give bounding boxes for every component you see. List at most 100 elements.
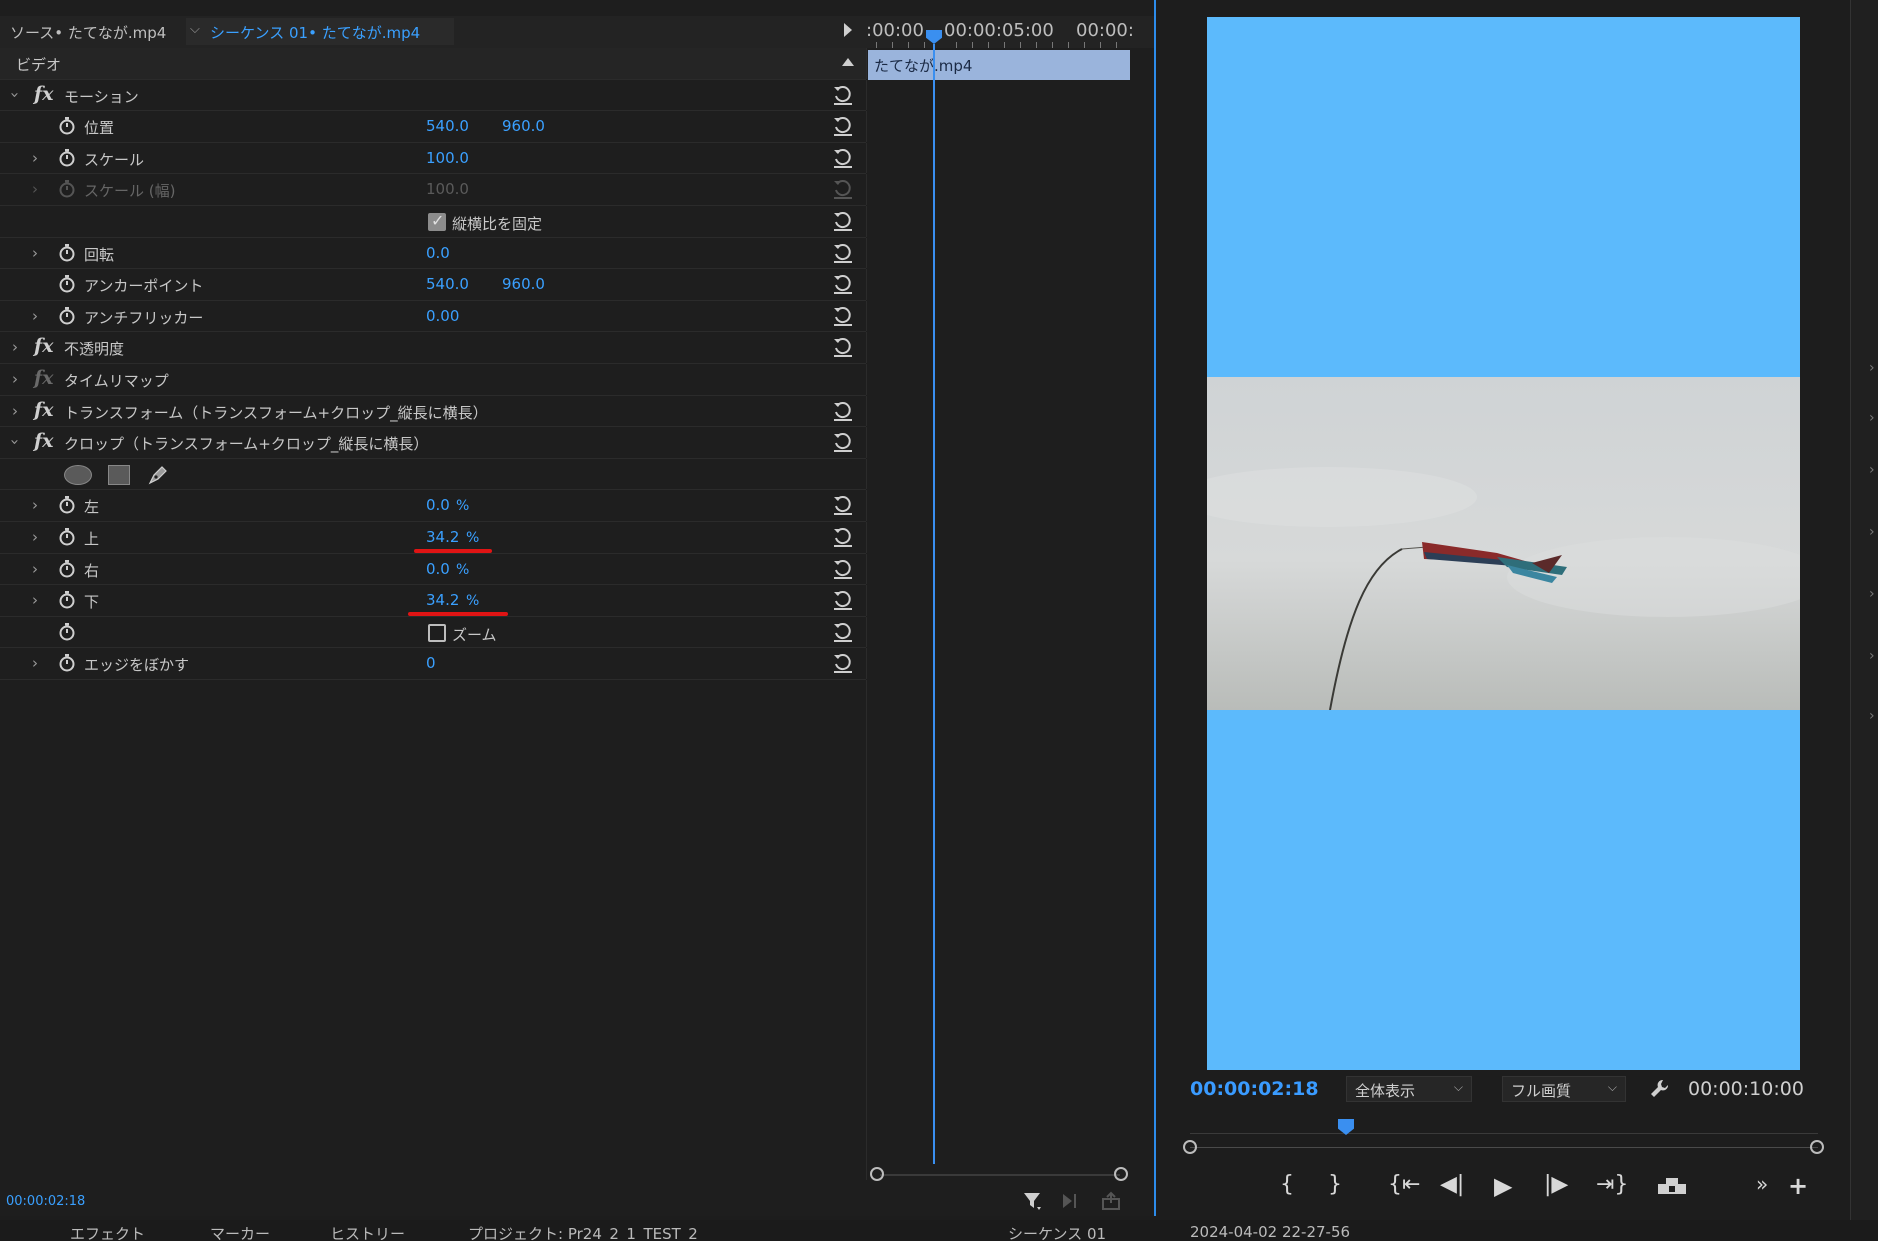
export-frame-icon[interactable] bbox=[1656, 1174, 1688, 1198]
program-zoom-start-handle[interactable] bbox=[1183, 1140, 1197, 1154]
sequence-tab[interactable]: シーケンス 01• たてなが.mp4 bbox=[210, 22, 420, 43]
chevron-right-icon[interactable]: › bbox=[1869, 410, 1875, 426]
anchor-x-value[interactable]: 540.0 bbox=[426, 275, 469, 293]
tab-markers[interactable]: マーカー bbox=[210, 1223, 270, 1241]
stopwatch-icon[interactable] bbox=[58, 654, 76, 672]
fx-icon[interactable]: fx bbox=[34, 430, 54, 452]
reset-icon[interactable] bbox=[832, 84, 854, 106]
reset-icon[interactable] bbox=[832, 242, 854, 264]
effect-transform-row[interactable]: › fx トランスフォーム（トランスフォーム+クロップ_縦長に横長） bbox=[0, 395, 867, 428]
stopwatch-icon[interactable] bbox=[58, 559, 76, 578]
chevron-down-icon[interactable]: ⌵ bbox=[190, 22, 200, 37]
property-crop-zoom-row[interactable]: ズーム bbox=[0, 616, 867, 649]
uniform-scale-checkbox[interactable] bbox=[428, 211, 446, 231]
crop-top-value[interactable]: 34.2 bbox=[426, 528, 459, 546]
tab-history[interactable]: ヒストリー bbox=[330, 1223, 405, 1241]
step-back-icon[interactable]: ◀| bbox=[1440, 1172, 1464, 1197]
chevron-right-icon[interactable]: › bbox=[32, 591, 38, 609]
anchor-y-value[interactable]: 960.0 bbox=[502, 275, 545, 293]
zoom-scroll-end-handle[interactable] bbox=[1114, 1167, 1128, 1181]
chevron-down-icon[interactable]: › bbox=[6, 92, 24, 98]
position-y-value[interactable]: 960.0 bbox=[502, 117, 545, 135]
crop-right-value[interactable]: 0.0 bbox=[426, 560, 450, 578]
program-current-time[interactable]: 00:00:02:18 bbox=[1190, 1078, 1319, 1100]
reset-icon[interactable] bbox=[832, 305, 854, 327]
collapse-up-icon[interactable] bbox=[842, 58, 854, 66]
program-scrub-bar[interactable] bbox=[1190, 1147, 1818, 1148]
chevron-right-icon[interactable]: › bbox=[1869, 524, 1875, 540]
chevron-right-icon[interactable]: › bbox=[1869, 586, 1875, 602]
reset-icon[interactable] bbox=[832, 273, 854, 295]
chevron-right-icon[interactable]: › bbox=[32, 560, 38, 578]
stopwatch-icon[interactable] bbox=[58, 243, 76, 262]
property-anchor-row[interactable]: アンカーポイント 540.0 960.0 bbox=[0, 269, 867, 301]
pen-mask-icon[interactable] bbox=[146, 463, 170, 487]
tab-project[interactable]: プロジェクト: Pr24_2_1_TEST_2 bbox=[468, 1223, 698, 1241]
property-position-row[interactable]: 位置 540.0 960.0 bbox=[0, 111, 867, 143]
property-rotation-row[interactable]: › 回転 0.0 bbox=[0, 237, 867, 270]
reset-icon[interactable] bbox=[832, 115, 854, 137]
tab-sequence[interactable]: シーケンス 01 bbox=[1008, 1223, 1106, 1241]
stopwatch-icon[interactable] bbox=[58, 527, 76, 546]
reset-icon[interactable] bbox=[832, 494, 854, 516]
stopwatch-icon[interactable] bbox=[58, 591, 76, 609]
property-crop-top-row[interactable]: › 上 34.2 % bbox=[0, 521, 867, 554]
program-zoom-end-handle[interactable] bbox=[1810, 1140, 1824, 1154]
go-to-out-icon[interactable]: ⇥} bbox=[1596, 1172, 1628, 1197]
more-controls-icon[interactable]: » bbox=[1756, 1172, 1768, 1196]
effect-crop-row[interactable]: › fx クロップ（トランスフォーム+クロップ_縦長に横長） bbox=[0, 427, 867, 459]
reset-icon[interactable] bbox=[832, 336, 854, 358]
property-feather-row[interactable]: › エッジをぼかす 0 bbox=[0, 648, 867, 680]
reset-icon[interactable] bbox=[832, 210, 854, 232]
mark-in-icon[interactable]: { bbox=[1280, 1172, 1294, 1197]
timeline-ruler[interactable]: :00:00 00:00:05:00 00:00: bbox=[866, 16, 1134, 48]
program-time-ruler[interactable] bbox=[1190, 1124, 1818, 1134]
tab-effects[interactable]: エフェクト bbox=[70, 1223, 145, 1241]
filter-icon[interactable] bbox=[1022, 1190, 1044, 1212]
chevron-right-icon[interactable]: › bbox=[12, 338, 18, 356]
quality-select[interactable]: フル画質 ⌵ bbox=[1502, 1076, 1626, 1102]
reset-icon[interactable] bbox=[832, 431, 854, 453]
fx-icon[interactable]: fx bbox=[34, 399, 54, 421]
fx-icon[interactable]: fx bbox=[34, 335, 54, 357]
crop-bottom-value[interactable]: 34.2 bbox=[426, 591, 459, 609]
effect-motion-row[interactable]: › fx モーション bbox=[0, 79, 867, 112]
chevron-down-icon[interactable]: › bbox=[6, 439, 24, 445]
chevron-right-icon[interactable]: › bbox=[12, 402, 18, 420]
mark-out-icon[interactable]: } bbox=[1328, 1172, 1342, 1197]
reset-icon[interactable] bbox=[832, 589, 854, 611]
effect-opacity-row[interactable]: › fx 不透明度 bbox=[0, 332, 867, 364]
wrench-icon[interactable] bbox=[1648, 1077, 1672, 1101]
stopwatch-icon[interactable] bbox=[58, 117, 76, 135]
step-forward-icon[interactable]: |▶ bbox=[1544, 1172, 1568, 1197]
stopwatch-icon[interactable] bbox=[58, 496, 76, 514]
current-timecode[interactable]: 00:00:02:18 bbox=[6, 1194, 85, 1209]
stopwatch-icon[interactable] bbox=[58, 275, 76, 293]
zoom-checkbox[interactable] bbox=[428, 623, 446, 642]
rectangle-mask-icon[interactable] bbox=[108, 464, 130, 485]
reset-icon[interactable] bbox=[832, 526, 854, 548]
reset-icon[interactable] bbox=[832, 652, 854, 674]
reset-icon[interactable] bbox=[832, 147, 854, 169]
property-crop-right-row[interactable]: › 右 0.0 % bbox=[0, 553, 867, 586]
chevron-right-icon[interactable]: › bbox=[1869, 462, 1875, 478]
chevron-right-icon[interactable]: › bbox=[32, 654, 38, 672]
ellipse-mask-icon[interactable] bbox=[64, 464, 92, 485]
effect-time-remap-row[interactable]: › fx タイムリマップ bbox=[0, 363, 867, 396]
stopwatch-icon[interactable] bbox=[58, 306, 76, 325]
feather-value[interactable]: 0 bbox=[426, 654, 436, 672]
chevron-right-icon[interactable]: › bbox=[32, 149, 38, 167]
property-anti-flicker-row[interactable]: › アンチフリッカー 0.00 bbox=[0, 300, 867, 333]
chevron-right-icon[interactable]: › bbox=[1869, 360, 1875, 376]
scale-value[interactable]: 100.0 bbox=[426, 149, 469, 167]
anti-flicker-value[interactable]: 0.00 bbox=[426, 307, 459, 325]
stopwatch-icon[interactable] bbox=[58, 622, 76, 641]
chevron-right-icon[interactable]: › bbox=[1869, 648, 1875, 664]
reset-icon[interactable] bbox=[832, 400, 854, 422]
fx-icon[interactable]: fx bbox=[34, 83, 54, 105]
chevron-right-icon[interactable]: › bbox=[32, 307, 38, 325]
go-to-in-icon[interactable]: {⇤ bbox=[1388, 1172, 1420, 1197]
property-scale-row[interactable]: › スケール 100.0 bbox=[0, 142, 867, 175]
property-crop-left-row[interactable]: › 左 0.0 % bbox=[0, 490, 867, 522]
chevron-right-icon[interactable]: › bbox=[32, 244, 38, 262]
